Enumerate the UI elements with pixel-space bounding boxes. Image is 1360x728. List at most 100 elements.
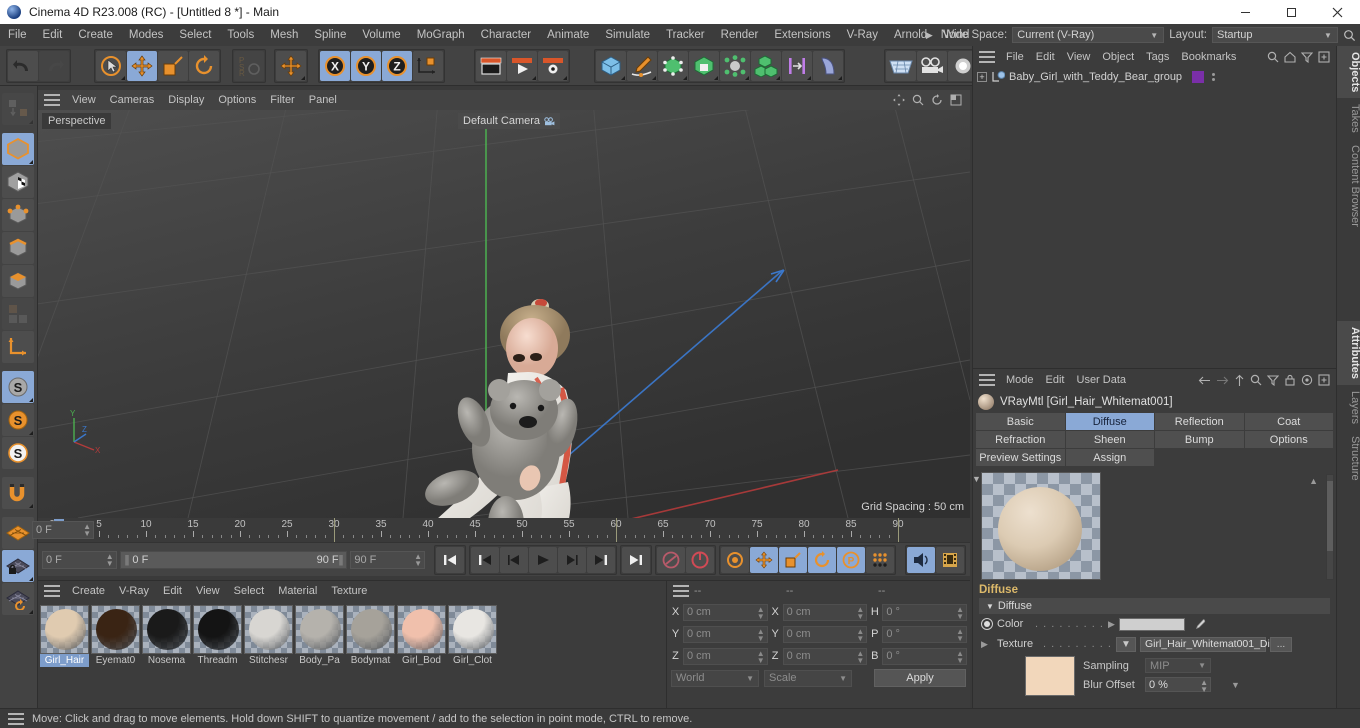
material-name[interactable]: Body_Pa [295, 654, 344, 667]
previous-keyframe-icon[interactable] [471, 546, 499, 573]
material-name[interactable]: Threadm [193, 654, 242, 667]
hamburger-icon[interactable] [44, 94, 60, 106]
spinner-icon[interactable]: ▲ ▼ [83, 523, 91, 538]
chevron-right-icon[interactable]: ▶ [1108, 619, 1115, 630]
layout-select[interactable]: Startup ▼ [1212, 27, 1338, 43]
up-arrow-icon[interactable] [1234, 374, 1245, 387]
viewport-menu-options[interactable]: Options [211, 90, 263, 110]
menu-file[interactable]: File [0, 24, 35, 46]
close-icon[interactable] [1314, 0, 1360, 24]
timeline-ruler[interactable]: 051015202530354045505560657075808590 0 F… [32, 518, 970, 542]
next-keyframe-icon[interactable] [587, 546, 615, 573]
menu-create[interactable]: Create [70, 24, 121, 46]
coord-field-rotation[interactable]: 0 ° ▲ ▼ [882, 625, 968, 643]
scrollbar-thumb[interactable] [1327, 481, 1333, 551]
camera-icon[interactable] [917, 51, 947, 81]
minimize-icon[interactable] [1222, 0, 1268, 24]
object-tree-row[interactable]: + Baby_Girl_with_Teddy_Bear_group [973, 68, 1336, 86]
camera-icon[interactable] [544, 116, 555, 126]
scale-key-icon[interactable] [779, 546, 807, 573]
viewport-menu-filter[interactable]: Filter [263, 90, 301, 110]
material-thumbnail[interactable] [91, 605, 140, 654]
menu-volume[interactable]: Volume [354, 24, 408, 46]
zoom-viewport-icon[interactable] [912, 94, 924, 106]
keyframe-selection-icon[interactable] [721, 546, 749, 573]
attribute-tab-preview-settings[interactable]: Preview Settings [976, 449, 1065, 466]
search-icon[interactable] [1343, 29, 1356, 42]
max-frame-field[interactable]: 90 F ▲ ▼ [350, 550, 425, 569]
material-preview[interactable] [981, 472, 1101, 580]
menu-tools[interactable]: Tools [219, 24, 262, 46]
coord-field-size[interactable]: 0 cm ▲ ▼ [782, 603, 868, 621]
objects-menu-view[interactable]: View [1061, 46, 1097, 68]
field-icon[interactable] [782, 51, 812, 81]
attribute-tab-bump[interactable]: Bump [1155, 431, 1244, 448]
search-icon[interactable] [1267, 51, 1279, 63]
polygon-mode-icon[interactable] [2, 265, 34, 297]
expand-chevron-icon[interactable]: ▲ [1309, 476, 1318, 486]
lock-icon[interactable] [1284, 374, 1296, 386]
cube-primitive-icon[interactable] [596, 51, 626, 81]
menu-edit[interactable]: Edit [35, 24, 71, 46]
axis-lock-y-button[interactable]: Y [351, 51, 381, 81]
attributes-scrollbar[interactable] [1326, 474, 1334, 580]
material-thumbnail[interactable] [244, 605, 293, 654]
coord-field-position[interactable]: 0 cm ▲ ▼ [683, 647, 768, 665]
frame-field[interactable]: 0 F ▲ ▼ [42, 550, 117, 569]
coordinate-system-select[interactable]: World ▼ [671, 669, 759, 687]
attributes-menu-mode[interactable]: Mode [1000, 369, 1040, 391]
menu-spline[interactable]: Spline [306, 24, 354, 46]
world-object-axis-icon[interactable] [413, 51, 443, 81]
redo-icon[interactable] [39, 51, 69, 81]
dock-tab-attributes[interactable]: Attributes [1337, 321, 1360, 385]
collapse-chevron-icon[interactable]: ▼ [972, 474, 981, 484]
material-thumbnail[interactable] [142, 605, 191, 654]
autokeying-icon[interactable] [686, 546, 714, 573]
diffuse-group-header[interactable]: ▼ Diffuse [979, 598, 1330, 614]
axis-lock-z-button[interactable]: Z [382, 51, 412, 81]
texture-path-field[interactable]: Girl_Hair_Whitemat001_Diff [1139, 636, 1276, 652]
material-thumbnail[interactable] [295, 605, 344, 654]
material-menu-edit[interactable]: Edit [156, 581, 189, 601]
forward-arrow-icon[interactable] [1216, 375, 1229, 386]
attributes-menu-user-data[interactable]: User Data [1071, 369, 1133, 391]
material-menu-material[interactable]: Material [271, 581, 324, 601]
color-swatch[interactable] [1118, 617, 1185, 631]
material-item[interactable]: Nosema [142, 605, 191, 667]
hamburger-icon[interactable] [8, 712, 24, 725]
snap-mode-icon[interactable]: S [2, 404, 34, 436]
spinner-icon[interactable]: ▲ ▼ [956, 605, 964, 620]
coord-field-rotation[interactable]: 0 ° ▲ ▼ [882, 647, 968, 665]
menu-render[interactable]: Render [713, 24, 767, 46]
previous-frame-icon[interactable] [500, 546, 528, 573]
pen-spline-icon[interactable] [627, 51, 657, 81]
dock-tab-structure[interactable]: Structure [1337, 430, 1360, 487]
apply-button[interactable]: Apply [874, 669, 966, 687]
preview-range-bar[interactable]: || 0 F 90 F || [119, 550, 348, 569]
hamburger-icon[interactable] [673, 585, 689, 597]
range-grip-left[interactable]: || [125, 554, 130, 566]
point-mode-icon[interactable] [2, 199, 34, 231]
chevron-right-icon[interactable]: ▶ [923, 30, 936, 41]
spinner-icon[interactable]: ▲ ▼ [956, 627, 964, 642]
objects-menu-edit[interactable]: Edit [1030, 46, 1061, 68]
bend-deformer-icon[interactable] [813, 51, 843, 81]
blur-offset-field[interactable]: 0 % ▲ ▼ [1145, 677, 1211, 694]
3d-viewport[interactable]: Perspective Default Camera Grid Spacing … [38, 110, 970, 518]
menu-vray[interactable]: V-Ray [839, 24, 886, 46]
generator-object-icon[interactable] [689, 51, 719, 81]
spinner-icon[interactable]: ▲ ▼ [1200, 679, 1208, 694]
subdivision-surface-icon[interactable] [658, 51, 688, 81]
material-thumbnail[interactable] [193, 605, 242, 654]
play-icon[interactable] [529, 546, 557, 573]
menu-modes[interactable]: Modes [121, 24, 172, 46]
material-name[interactable]: Girl_Bod [397, 654, 446, 667]
menu-animate[interactable]: Animate [539, 24, 597, 46]
add-icon[interactable] [1318, 51, 1330, 63]
color-radio-icon[interactable] [981, 618, 993, 630]
material-name[interactable]: Girl_Hair [40, 654, 89, 667]
material-name[interactable]: Nosema [142, 654, 191, 667]
uv-mode-icon[interactable] [2, 298, 34, 330]
material-name[interactable]: Stitchesr [244, 654, 293, 667]
attribute-tab-diffuse[interactable]: Diffuse [1065, 413, 1154, 430]
